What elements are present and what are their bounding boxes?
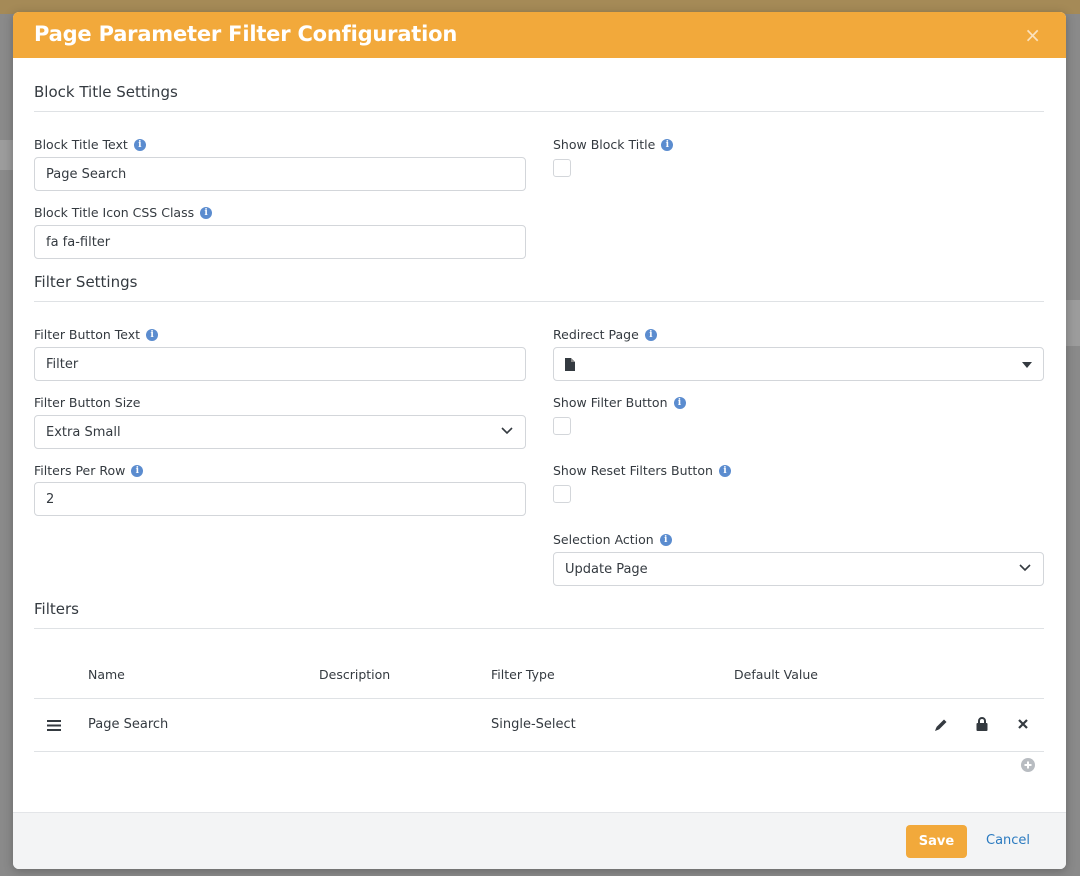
modal-header: Page Parameter Filter Configuration ×: [13, 12, 1066, 58]
label-text: Filter Button Size: [34, 395, 141, 410]
label-text: Block Title Text: [34, 137, 128, 152]
label-text: Show Filter Button: [553, 395, 668, 410]
column-header-default-value: Default Value: [734, 667, 818, 682]
label-text: Filter Button Text: [34, 327, 141, 342]
filter-button-size-select[interactable]: Extra Small: [34, 415, 526, 449]
column-header-filter-type: Filter Type: [491, 667, 555, 682]
chevron-down-icon: [501, 427, 513, 435]
show-filter-button-checkbox[interactable]: [553, 417, 571, 435]
divider: [34, 301, 1044, 302]
input-value: Page Search: [46, 166, 127, 182]
divider: [34, 628, 1044, 629]
select-value: Update Page: [565, 561, 648, 577]
show-reset-filters-button-label: Show Reset Filters Button i: [553, 463, 731, 478]
show-block-title-label: Show Block Title i: [553, 137, 674, 152]
chevron-down-icon: [1019, 564, 1031, 572]
show-filter-button-label: Show Filter Button i: [553, 395, 686, 410]
caret-down-icon: [1022, 362, 1032, 368]
filter-button-text-input[interactable]: Filter: [34, 347, 526, 381]
backdrop-strip: [1066, 300, 1080, 346]
label-text: Block Title Icon CSS Class: [34, 205, 195, 220]
block-title-text-input[interactable]: Page Search: [34, 157, 526, 191]
section-title-block-title-settings: Block Title Settings: [34, 83, 178, 101]
block-title-icon-css-class-label: Block Title Icon CSS Class i: [34, 205, 213, 220]
filter-button-text-label: Filter Button Text i: [34, 327, 159, 342]
table-divider: [34, 751, 1044, 752]
modal-title: Page Parameter Filter Configuration: [34, 22, 458, 46]
filter-button-size-label: Filter Button Size: [34, 395, 140, 410]
label-text: Show Block Title: [553, 137, 656, 152]
file-icon: [565, 357, 575, 371]
save-button[interactable]: Save: [906, 825, 967, 858]
show-reset-filters-button-checkbox[interactable]: [553, 485, 571, 503]
info-icon[interactable]: i: [659, 533, 672, 546]
row-name: Page Search: [88, 717, 169, 732]
input-value: Filter: [46, 356, 79, 372]
info-icon[interactable]: i: [200, 206, 213, 219]
row-filter-type: Single-Select: [491, 717, 576, 732]
block-title-text-label: Block Title Text i: [34, 137, 146, 152]
show-block-title-checkbox[interactable]: [553, 159, 571, 177]
info-icon[interactable]: i: [661, 138, 674, 151]
filters-per-row-label: Filters Per Row i: [34, 463, 144, 478]
filters-per-row-input[interactable]: 2: [34, 482, 526, 516]
input-value: 2: [46, 491, 55, 507]
info-icon[interactable]: i: [718, 464, 731, 477]
column-header-description: Description: [319, 667, 391, 682]
info-icon[interactable]: i: [131, 464, 144, 477]
pencil-icon[interactable]: [934, 718, 948, 732]
modal-footer: Save Cancel: [13, 812, 1066, 869]
info-icon[interactable]: i: [673, 396, 686, 409]
input-value: fa fa-filter: [46, 234, 111, 250]
label-text: Redirect Page: [553, 327, 639, 342]
label-text: Selection Action: [553, 532, 654, 547]
info-icon[interactable]: i: [146, 328, 159, 341]
divider: [34, 111, 1044, 112]
lock-icon[interactable]: [976, 717, 988, 731]
redirect-page-label: Redirect Page i: [553, 327, 657, 342]
backdrop-strip: [0, 140, 13, 170]
block-title-icon-css-class-input[interactable]: fa fa-filter: [34, 225, 526, 259]
section-title-filters: Filters: [34, 600, 79, 618]
selection-action-label: Selection Action i: [553, 532, 672, 547]
redirect-page-picker[interactable]: [553, 347, 1044, 381]
select-value: Extra Small: [46, 424, 121, 440]
add-circle-icon[interactable]: [1021, 758, 1035, 772]
close-icon[interactable]: ×: [1024, 23, 1041, 47]
modal-dialog: Page Parameter Filter Configuration × Bl…: [13, 12, 1066, 869]
cancel-link[interactable]: Cancel: [986, 833, 1030, 848]
info-icon[interactable]: i: [133, 138, 146, 151]
label-text: Filters Per Row: [34, 463, 126, 478]
section-title-filter-settings: Filter Settings: [34, 273, 138, 291]
label-text: Show Reset Filters Button: [553, 463, 713, 478]
close-icon[interactable]: [1018, 719, 1028, 729]
info-icon[interactable]: i: [644, 328, 657, 341]
column-header-name: Name: [88, 667, 125, 682]
selection-action-select[interactable]: Update Page: [553, 552, 1044, 586]
drag-handle-icon[interactable]: [47, 720, 61, 731]
table-divider: [34, 698, 1044, 699]
